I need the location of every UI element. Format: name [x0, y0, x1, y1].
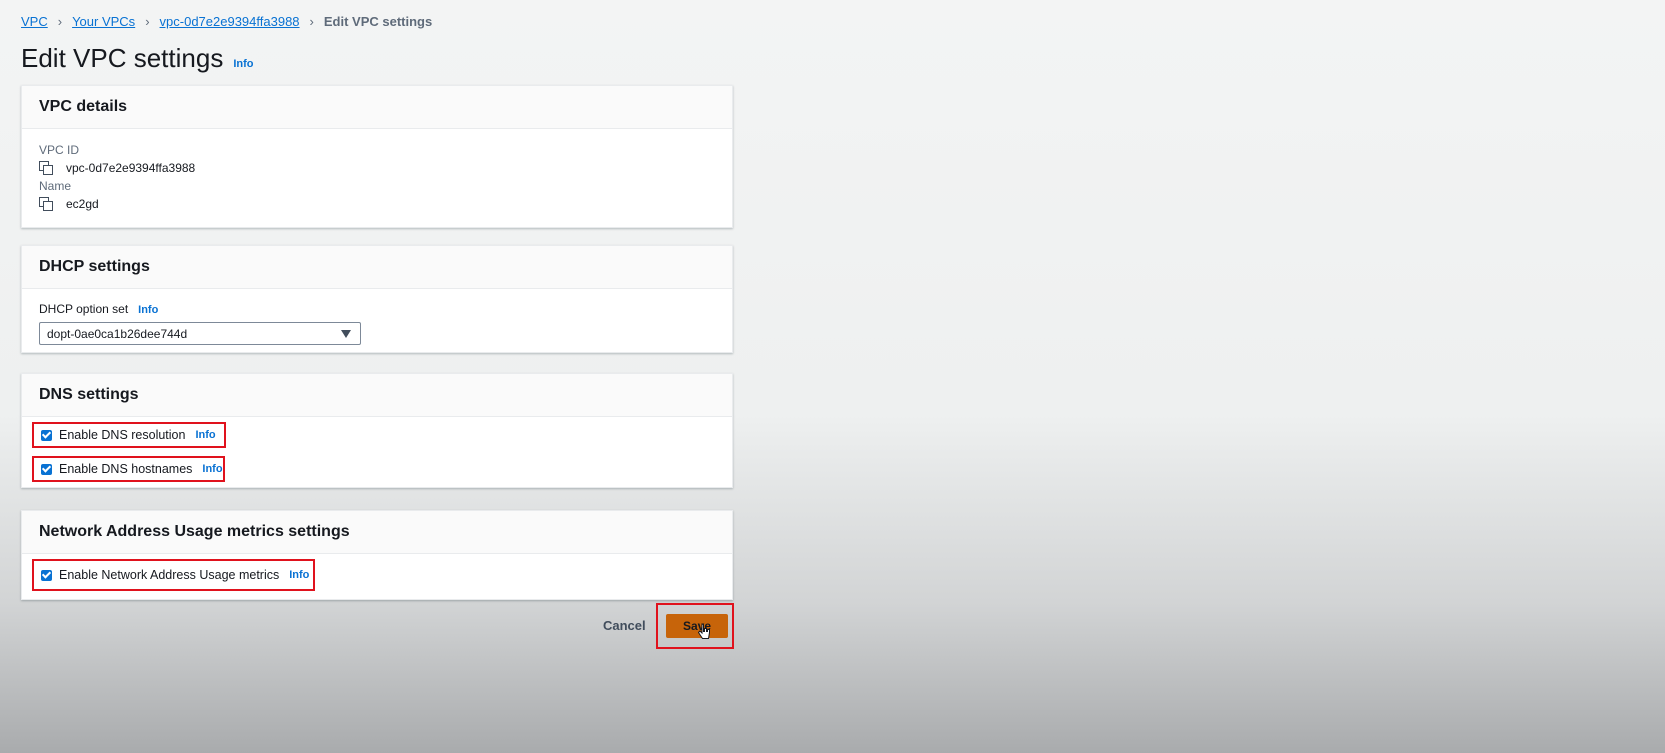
- vpc-details-panel: VPC details VPC ID vpc-0d7e2e9394ffa3988…: [21, 85, 733, 228]
- dhcp-option-set-label: DHCP option set: [39, 302, 129, 316]
- dhcp-settings-header: DHCP settings: [22, 246, 732, 289]
- vpc-details-body: VPC ID vpc-0d7e2e9394ffa3988 Name ec2gd: [22, 129, 732, 211]
- vpc-id-value: vpc-0d7e2e9394ffa3988: [66, 161, 196, 175]
- chevron-right-icon: ›: [309, 14, 314, 29]
- dhcp-info-link[interactable]: Info: [138, 304, 158, 316]
- copy-icon[interactable]: [39, 161, 53, 175]
- dns-settings-panel: DNS settings Enable DNS resolution Info …: [21, 373, 733, 488]
- cancel-button[interactable]: Cancel: [603, 618, 646, 633]
- name-label: Name: [39, 179, 72, 193]
- dhcp-option-set-value: dopt-0ae0ca1b26dee744d: [47, 326, 188, 341]
- name-value: ec2gd: [66, 197, 99, 211]
- page-title: Edit VPC settings: [21, 43, 224, 73]
- dhcp-settings-panel: DHCP settings DHCP option set Info dopt-…: [21, 245, 733, 353]
- chevron-right-icon: ›: [57, 14, 63, 29]
- hand-pointer-icon: [698, 623, 710, 639]
- caret-down-icon: [341, 330, 351, 338]
- checkbox-checked-icon[interactable]: [41, 463, 52, 475]
- dns-resolution-option[interactable]: Enable DNS resolution Info: [32, 422, 226, 448]
- breadcrumb-vpc-id[interactable]: vpc-0d7e2e9394ffa3988: [160, 14, 300, 29]
- dns-hostnames-option[interactable]: Enable DNS hostnames Info: [32, 456, 225, 482]
- dhcp-settings-body: DHCP option set Info dopt-0ae0ca1b26dee7…: [22, 289, 732, 353]
- dns-settings-heading: DNS settings: [39, 386, 139, 403]
- nau-settings-heading: Network Address Usage metrics settings: [39, 523, 350, 540]
- dhcp-settings-heading: DHCP settings: [39, 258, 150, 275]
- page-header: Edit VPC settings Info: [21, 43, 253, 74]
- save-button[interactable]: Save: [666, 614, 728, 638]
- nau-settings-body: Enable Network Address Usage metrics Inf…: [22, 554, 732, 600]
- breadcrumb-current: Edit VPC settings: [323, 14, 433, 29]
- checkbox-checked-icon[interactable]: [41, 569, 52, 581]
- nau-metrics-option[interactable]: Enable Network Address Usage metrics Inf…: [32, 559, 315, 591]
- chevron-right-icon: ›: [145, 14, 150, 29]
- vpc-details-header: VPC details: [22, 86, 732, 129]
- breadcrumb-your-vpcs[interactable]: Your VPCs: [72, 14, 135, 29]
- breadcrumb: VPC › Your VPCs › vpc-0d7e2e9394ffa3988 …: [21, 14, 432, 29]
- breadcrumb-vpc[interactable]: VPC: [21, 14, 48, 29]
- vpc-details-heading: VPC details: [39, 98, 128, 115]
- dhcp-option-set-select[interactable]: dopt-0ae0ca1b26dee744d: [39, 322, 361, 345]
- dns-settings-body: Enable DNS resolution Info Enable DNS ho…: [22, 417, 732, 488]
- vpc-id-label: VPC ID: [39, 143, 80, 157]
- checkbox-checked-icon[interactable]: [41, 429, 52, 441]
- vpc-id-row: vpc-0d7e2e9394ffa3988: [39, 161, 715, 175]
- save-button-highlight: Save: [656, 603, 734, 649]
- nau-metrics-label: Enable Network Address Usage metrics: [59, 568, 280, 582]
- dns-settings-header: DNS settings: [22, 374, 732, 417]
- dns-hostnames-label: Enable DNS hostnames: [59, 462, 193, 476]
- dns-hostnames-info-link[interactable]: Info: [202, 463, 222, 475]
- dns-resolution-label: Enable DNS resolution: [59, 428, 186, 442]
- nau-settings-panel: Network Address Usage metrics settings E…: [21, 510, 733, 600]
- name-row: ec2gd: [39, 197, 715, 211]
- nau-metrics-info-link[interactable]: Info: [289, 569, 309, 581]
- dns-resolution-info-link[interactable]: Info: [195, 429, 215, 441]
- nau-settings-header: Network Address Usage metrics settings: [22, 511, 732, 554]
- dhcp-option-set-label-row: DHCP option set Info: [39, 302, 158, 316]
- copy-icon[interactable]: [39, 197, 53, 211]
- page-info-link[interactable]: Info: [233, 58, 253, 70]
